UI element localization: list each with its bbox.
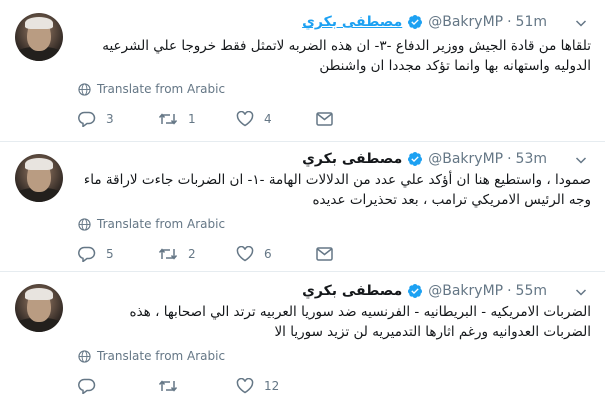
like-icon: [236, 378, 254, 394]
author-handle[interactable]: @BakryMP: [428, 151, 503, 167]
tweet-text: الضربات الامريكيه - البريطانيه - الفرنسي…: [129, 304, 592, 340]
retweet-icon: [158, 248, 178, 260]
retweet-icon: [158, 380, 178, 392]
translate-link[interactable]: Translate from Arabic: [78, 348, 225, 364]
message-button[interactable]: [316, 109, 333, 129]
verified-icon: [408, 284, 423, 298]
reply-icon: [78, 378, 96, 394]
chevron-down-icon[interactable]: [575, 17, 587, 29]
retweet-count: 2: [188, 247, 196, 261]
translate-label: Translate from Arabic: [97, 217, 226, 231]
tweet-actions: 12: [78, 376, 338, 396]
reply-icon: [78, 246, 96, 262]
like-icon: [236, 246, 254, 262]
like-button[interactable]: 6: [236, 244, 272, 264]
tweet[interactable]: مصطفى بكري @BakryMP · 51m تلقاها من قادة…: [0, 0, 605, 142]
reply-icon: [78, 111, 96, 127]
avatar[interactable]: [15, 13, 63, 61]
tweet-timestamp[interactable]: 53m: [516, 151, 547, 167]
separator-dot: ·: [507, 283, 512, 299]
reply-button[interactable]: [78, 376, 106, 396]
like-count: 4: [264, 112, 272, 126]
tweet-header: مصطفى بكري @BakryMP · 51m: [302, 13, 547, 31]
tweet-text: تلقاها من قادة الجيش ووزير الدفاع -٣- ان…: [102, 38, 591, 74]
retweet-button[interactable]: 2: [158, 244, 196, 264]
message-icon: [316, 247, 333, 261]
verified-icon: [408, 15, 423, 29]
tweet[interactable]: مصطفى بكري @BakryMP · 55m الضربات الامري…: [0, 272, 605, 404]
like-count: 6: [264, 247, 272, 261]
globe-icon: [78, 217, 91, 231]
reply-count: 5: [106, 247, 114, 261]
separator-dot: ·: [507, 151, 512, 167]
author-handle[interactable]: @BakryMP: [428, 14, 503, 30]
separator-dot: ·: [507, 14, 512, 30]
globe-icon: [78, 82, 91, 96]
tweet-actions: 5 2 6: [78, 244, 338, 264]
avatar[interactable]: [15, 154, 63, 202]
tweet[interactable]: مصطفى بكري @BakryMP · 53m صمودا ، واستطي…: [0, 142, 605, 272]
author-name[interactable]: مصطفى بكري: [302, 14, 402, 30]
translate-label: Translate from Arabic: [97, 349, 226, 363]
retweet-icon: [158, 113, 178, 125]
like-button[interactable]: 4: [236, 109, 272, 129]
reply-button[interactable]: 3: [78, 109, 114, 129]
author-name[interactable]: مصطفى بكري: [302, 283, 402, 299]
author-handle[interactable]: @BakryMP: [428, 283, 503, 299]
tweet-header: مصطفى بكري @BakryMP · 53m: [302, 150, 547, 168]
retweet-count: 1: [188, 112, 196, 126]
chevron-down-icon[interactable]: [575, 154, 587, 166]
author-name[interactable]: مصطفى بكري: [302, 151, 402, 167]
translate-link[interactable]: Translate from Arabic: [78, 216, 225, 232]
tweet-header: مصطفى بكري @BakryMP · 55m: [302, 282, 547, 300]
translate-label: Translate from Arabic: [97, 82, 226, 96]
reply-button[interactable]: 5: [78, 244, 114, 264]
tweet-timestamp[interactable]: 55m: [516, 283, 547, 299]
globe-icon: [78, 349, 91, 363]
tweet-text: صمودا ، واستطيع هنا ان أؤكد علي عدد من ا…: [83, 172, 591, 208]
translate-link[interactable]: Translate from Arabic: [78, 81, 225, 97]
like-icon: [236, 111, 254, 127]
retweet-button[interactable]: 1: [158, 109, 196, 129]
avatar[interactable]: [15, 284, 63, 332]
retweet-button[interactable]: [158, 376, 188, 396]
chevron-down-icon[interactable]: [575, 286, 587, 298]
reply-count: 3: [106, 112, 114, 126]
like-count: 12: [264, 379, 280, 393]
tweet-actions: 3 1 4: [78, 109, 338, 129]
message-button[interactable]: [316, 244, 333, 264]
verified-icon: [408, 152, 423, 166]
like-button[interactable]: 12: [236, 376, 279, 396]
tweet-timestamp[interactable]: 51m: [516, 14, 547, 30]
message-icon: [316, 112, 333, 126]
